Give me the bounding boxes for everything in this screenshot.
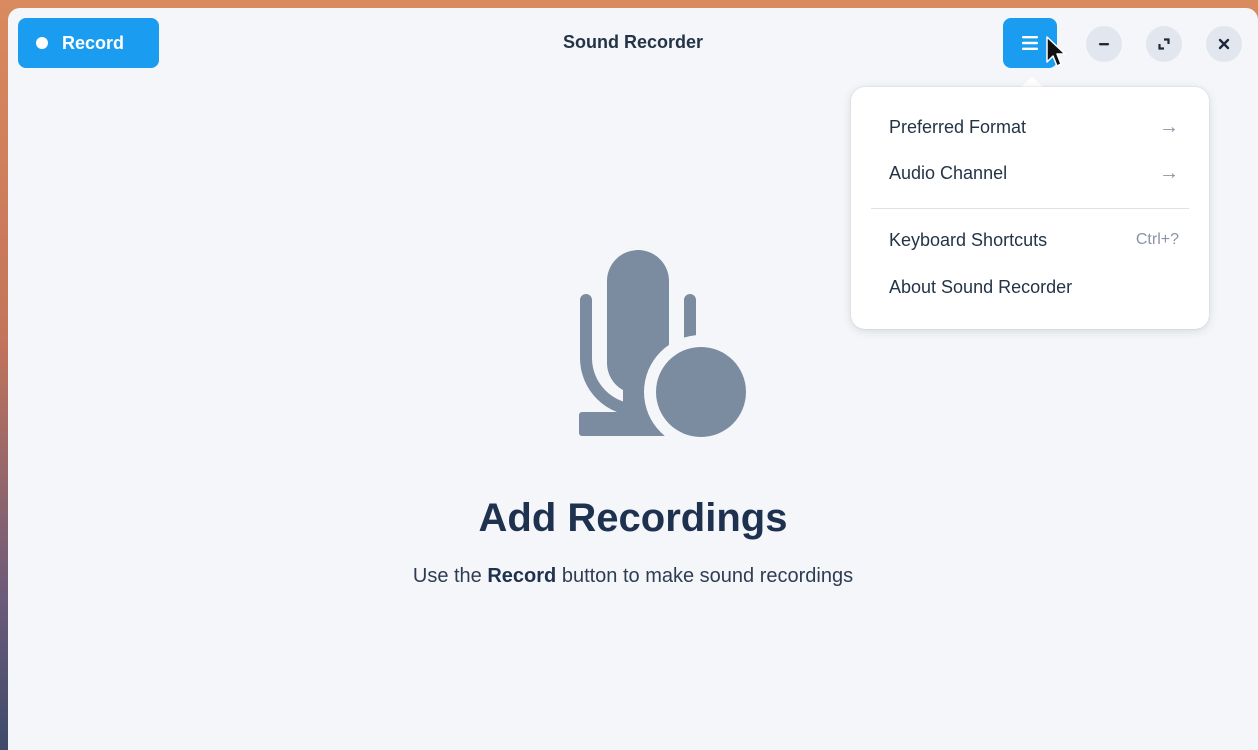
microphone-record-icon: [568, 248, 758, 453]
app-window: Record Sound Recorder Add Recordings Use…: [8, 8, 1258, 750]
menu-item-keyboard-shortcuts[interactable]: Keyboard Shortcuts Ctrl+?: [889, 225, 1179, 255]
maximize-icon: [1158, 38, 1170, 50]
close-icon: [1218, 38, 1230, 50]
empty-state-title: Add Recordings: [478, 496, 788, 540]
arrow-right-icon: →: [1159, 115, 1179, 138]
close-button[interactable]: [1206, 26, 1242, 62]
main-menu-popover: Preferred Format → Audio Channel → Keybo…: [851, 87, 1209, 329]
menu-item-label: Audio Channel: [889, 162, 1008, 183]
empty-state-description: Use the Record button to make sound reco…: [8, 565, 1258, 588]
shortcut-hint: Ctrl+?: [1135, 231, 1179, 248]
minimize-icon: [1099, 43, 1109, 46]
mouse-pointer-icon: [1046, 36, 1066, 67]
maximize-button[interactable]: [1146, 26, 1182, 62]
menu-item-label: Keyboard Shortcuts: [889, 229, 1048, 250]
menu-item-audio-channel[interactable]: Audio Channel →: [889, 158, 1179, 188]
menu-item-label: Preferred Format: [889, 116, 1027, 137]
arrow-right-icon: →: [1159, 161, 1179, 184]
description-suffix: button to make sound recordings: [556, 565, 854, 587]
description-emphasis: Record: [487, 565, 557, 587]
hamburger-menu-icon: [1022, 36, 1038, 50]
description-prefix: Use the: [412, 565, 488, 587]
minimize-button[interactable]: [1086, 26, 1122, 62]
menu-item-label: About Sound Recorder: [889, 276, 1073, 297]
window-title: Sound Recorder: [562, 32, 704, 52]
menu-item-preferred-format[interactable]: Preferred Format →: [889, 112, 1179, 142]
menu-separator: [871, 208, 1189, 209]
header-bar: Record Sound Recorder: [8, 8, 1258, 78]
menu-item-about[interactable]: About Sound Recorder: [889, 272, 1179, 302]
